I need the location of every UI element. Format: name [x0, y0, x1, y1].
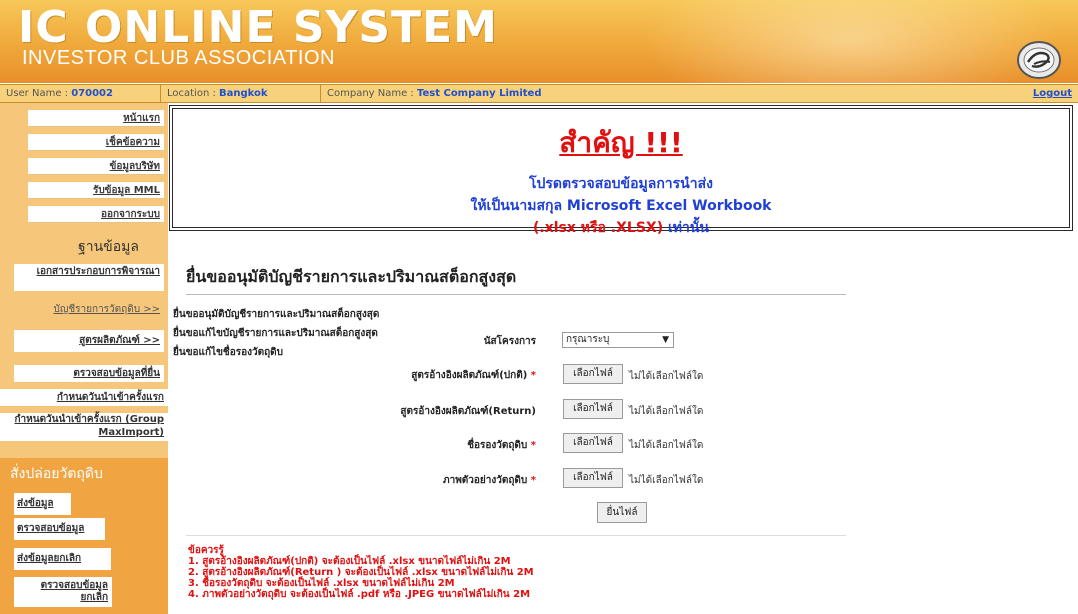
- sidebar-item-send-data[interactable]: ส่งข้อมูล: [14, 493, 71, 515]
- user-name-cell: User Name : 070002: [0, 85, 156, 102]
- user-name-label: User Name :: [6, 88, 72, 99]
- sidebar-item-material-list[interactable]: บัญชีรายการวัตถุดิบ >>: [14, 301, 164, 318]
- company-value: Test Company Limited: [416, 88, 542, 99]
- app-header: IC ONLINE SYSTEM INVESTOR CLUB ASSOCIATI…: [0, 0, 1078, 83]
- boi-seal-icon: [1017, 41, 1061, 79]
- field-label-formula-return: สูตรอ้างอิงผลิตภัณฑ์(Return): [336, 404, 536, 419]
- no-file-text: ไม่ได้เลือกไฟล์ใด: [629, 475, 704, 486]
- sidebar: หน้าแรก เช็คข้อความ ข้อมูลบริษัท รับข้อม…: [0, 103, 168, 614]
- sidebar-item-check-data[interactable]: ตรวจสอบข้อมูล: [14, 518, 105, 540]
- choose-file-button[interactable]: เลือกไฟล์: [563, 399, 623, 419]
- notes-title: ข้อควรรู้: [188, 545, 224, 556]
- submit-file-button[interactable]: ยื่นไฟล์: [597, 502, 647, 523]
- notice-extension: (.xlsx หรือ .XLSX): [532, 220, 664, 236]
- no-file-text: ไม่ได้เลือกไฟล์ใด: [629, 371, 704, 382]
- project-select-value: กรุณาระบุ: [566, 334, 610, 345]
- location-value: Bangkok: [219, 88, 268, 99]
- note-item: 3. ชื่อรองวัตถุดิบ จะต้องเป็นไฟล์ .xlsx …: [188, 578, 455, 589]
- sidebar-item-first-import-date[interactable]: กำหนดวันนำเข้าครั้งแรก: [0, 389, 168, 406]
- notes-section: ข้อควรรู้ 1. สูตรอ้างอิงผลิตภัณฑ์(ปกติ) …: [188, 545, 534, 600]
- user-info-bar: User Name : 070002 Location : Bangkok Co…: [0, 84, 1078, 103]
- sidebar-item-first-import-group[interactable]: กำหนดวันนำเข้าครั้งแรก (Group MaxImport): [0, 413, 168, 441]
- project-select[interactable]: กรุณาระบุ ▼: [562, 332, 674, 348]
- sidebar-item-documents[interactable]: เอกสารประกอบการพิจารณา: [14, 264, 164, 291]
- sidebar-item-company-info[interactable]: ข้อมูลบริษัท: [28, 158, 164, 175]
- notice-only: เท่านั้น: [663, 220, 709, 236]
- notice-title: สำคัญ !!!: [559, 126, 683, 159]
- field-label-text: ชื่อรองวัตถุดิบ: [467, 440, 528, 451]
- user-name-value: 070002: [71, 88, 113, 99]
- sidebar-item-check-cancel[interactable]: ตรวจสอบข้อมูลยกเลิก: [14, 577, 112, 607]
- header-glow: [640, 0, 1060, 83]
- sidebar-item-logout[interactable]: ออกจากระบบ: [28, 206, 164, 223]
- notice-line-3: (.xlsx หรือ .XLSX) เท่านั้น: [173, 217, 1069, 239]
- note-item: 2. สูตรอ้างอิงผลิตภัณฑ์(Return ) จะต้องเ…: [188, 567, 534, 578]
- sidebar-top-menu: หน้าแรก เช็คข้อความ ข้อมูลบริษัท รับข้อม…: [0, 103, 168, 228]
- app-subtitle: INVESTOR CLUB ASSOCIATION: [22, 47, 335, 69]
- sidebar-database-section: ฐานข้อมูล เอกสารประกอบการพิจารณา บัญชีรา…: [0, 228, 168, 458]
- field-label-material-name: ชื่อรองวัตถุดิบ *: [336, 438, 536, 453]
- no-file-text: ไม่ได้เลือกไฟล์ใด: [629, 406, 704, 417]
- location-label: Location :: [167, 88, 220, 99]
- sidebar-database-title: ฐานข้อมูล: [78, 239, 139, 255]
- required-marker: *: [530, 440, 536, 451]
- project-label: นัสโครงการ: [483, 336, 536, 347]
- field-label-formula-normal: สูตรอ้างอิงผลิตภัณฑ์(ปกติ) *: [336, 368, 536, 383]
- important-notice-box: สำคัญ !!! โปรดตรวจสอบข้อมูลการนำส่ง ให้เ…: [169, 105, 1073, 236]
- notice-line-1: โปรดตรวจสอบข้อมูลการนำส่ง: [529, 176, 713, 192]
- notes-divider: [186, 535, 846, 536]
- field-label-material-image: ภาพตัวอย่างวัตถุดิบ *: [336, 473, 536, 488]
- sidebar-item-product-formula[interactable]: สูตรผลิตภัณฑ์ >>: [14, 330, 164, 352]
- sidebar-item-receive-mml[interactable]: รับข้อมูล MML: [28, 182, 164, 199]
- link-edit-material-name[interactable]: ยื่นขอแก้ไขชื่อรองวัตถุดิบ: [173, 345, 283, 360]
- choose-file-button[interactable]: เลือกไฟล์: [563, 364, 623, 384]
- chevron-down-icon: ▼: [662, 335, 669, 345]
- location-cell: Location : Bangkok: [160, 85, 317, 102]
- company-cell: Company Name : Test Company Limited: [320, 85, 927, 102]
- notice-line-2: ให้เป็นนามสกุล Microsoft Excel Workbook: [470, 198, 772, 214]
- field-label-text: สูตรอ้างอิงผลิตภัณฑ์(ปกติ): [411, 370, 528, 381]
- choose-file-button[interactable]: เลือกไฟล์: [563, 433, 623, 453]
- choose-file-button[interactable]: เลือกไฟล์: [563, 468, 623, 488]
- sidebar-item-home[interactable]: หน้าแรก: [28, 110, 164, 127]
- no-file-text: ไม่ได้เลือกไฟล์ใด: [629, 440, 704, 451]
- sidebar-item-check-submitted[interactable]: ตรวจสอบข้อมูลที่ยื่น: [14, 365, 164, 382]
- note-item: 4. ภาพตัวอย่างวัตถุดิบ จะต้องเป็นไฟล์ .p…: [188, 589, 531, 600]
- logout-link[interactable]: Logout: [1033, 85, 1072, 102]
- sidebar-release-title: สั่งปล่อยวัตถุดิบ: [10, 466, 103, 482]
- link-submit-approval[interactable]: ยื่นขออนุมัติบัญชีรายการและปริมาณสต็อกสู…: [173, 307, 379, 322]
- field-label-text: สูตรอ้างอิงผลิตภัณฑ์(Return): [400, 406, 536, 417]
- sidebar-item-send-cancel[interactable]: ส่งข้อมูลยกเลิก: [14, 548, 111, 570]
- required-marker: *: [530, 370, 536, 381]
- note-item: 1. สูตรอ้างอิงผลิตภัณฑ์(ปกติ) จะต้องเป็น…: [188, 556, 511, 567]
- company-label: Company Name :: [327, 88, 417, 99]
- sidebar-item-check-messages[interactable]: เช็คข้อความ: [28, 134, 164, 151]
- title-divider: [186, 294, 846, 295]
- page-title: ยื่นขออนุมัติบัญชีรายการและปริมาณสต็อกสู…: [186, 267, 517, 286]
- required-marker: *: [530, 475, 536, 486]
- field-label-text: ภาพตัวอย่างวัตถุดิบ: [443, 475, 528, 486]
